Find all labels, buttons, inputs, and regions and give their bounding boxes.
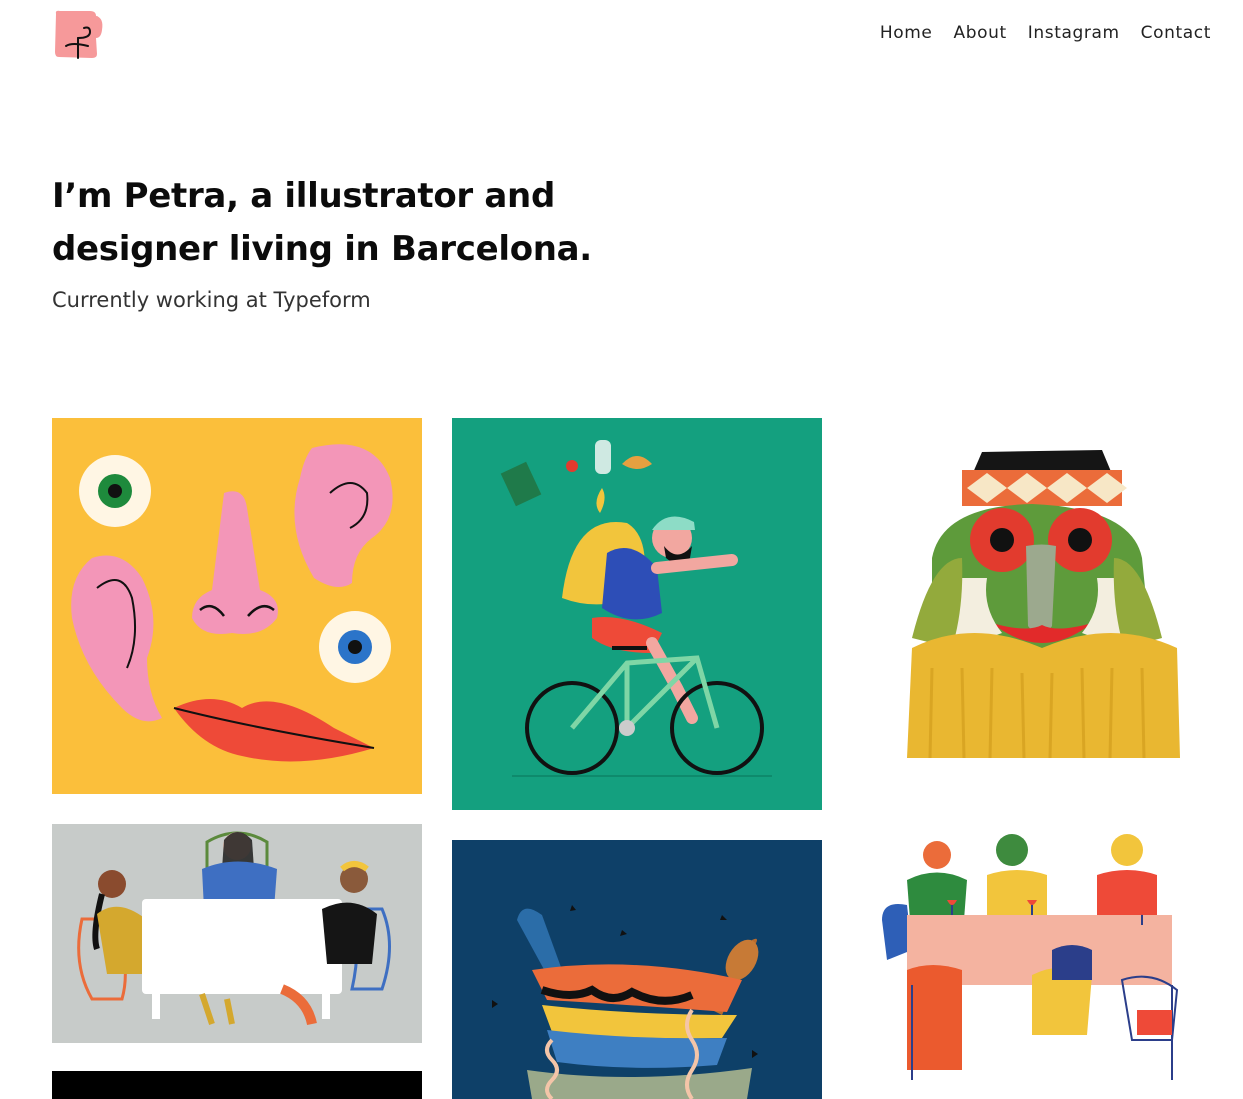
meeting-table-illustration bbox=[52, 824, 422, 1043]
nav-about-link[interactable]: About bbox=[954, 23, 1007, 43]
hero-title: I’m Petra, a illustrator and designer li… bbox=[52, 170, 692, 276]
stacked-bowls-illustration bbox=[452, 840, 822, 1099]
gallery-tile-mask[interactable] bbox=[852, 418, 1222, 794]
tribal-mask-illustration bbox=[852, 418, 1222, 794]
face-parts-illustration bbox=[52, 418, 422, 794]
gallery-tile-meeting[interactable] bbox=[52, 824, 422, 1043]
gallery-tile-dark[interactable] bbox=[52, 1071, 422, 1099]
hero-subtitle: Currently working at Typeform bbox=[52, 288, 371, 312]
main-nav: Home About Instagram Contact bbox=[880, 23, 1211, 43]
gallery-tile-cyclist[interactable] bbox=[452, 418, 822, 810]
gallery-tile-face-parts[interactable] bbox=[52, 418, 422, 794]
hero-title-line-1: I’m Petra, a illustrator and bbox=[52, 176, 555, 216]
dark-illustration bbox=[52, 1071, 422, 1099]
nav-home-link[interactable]: Home bbox=[880, 23, 933, 43]
gallery-tile-bowls[interactable] bbox=[452, 840, 822, 1099]
dinner-party-illustration bbox=[852, 820, 1222, 1090]
pink-square-figure-logo-icon bbox=[55, 10, 103, 59]
logo[interactable] bbox=[52, 8, 104, 60]
nav-contact-link[interactable]: Contact bbox=[1141, 23, 1211, 43]
gallery-tile-dinner[interactable] bbox=[852, 820, 1222, 1090]
cyclist-delivery-illustration bbox=[452, 418, 822, 810]
nav-instagram-link[interactable]: Instagram bbox=[1028, 23, 1120, 43]
hero-title-line-2: designer living in Barcelona. bbox=[52, 229, 592, 269]
